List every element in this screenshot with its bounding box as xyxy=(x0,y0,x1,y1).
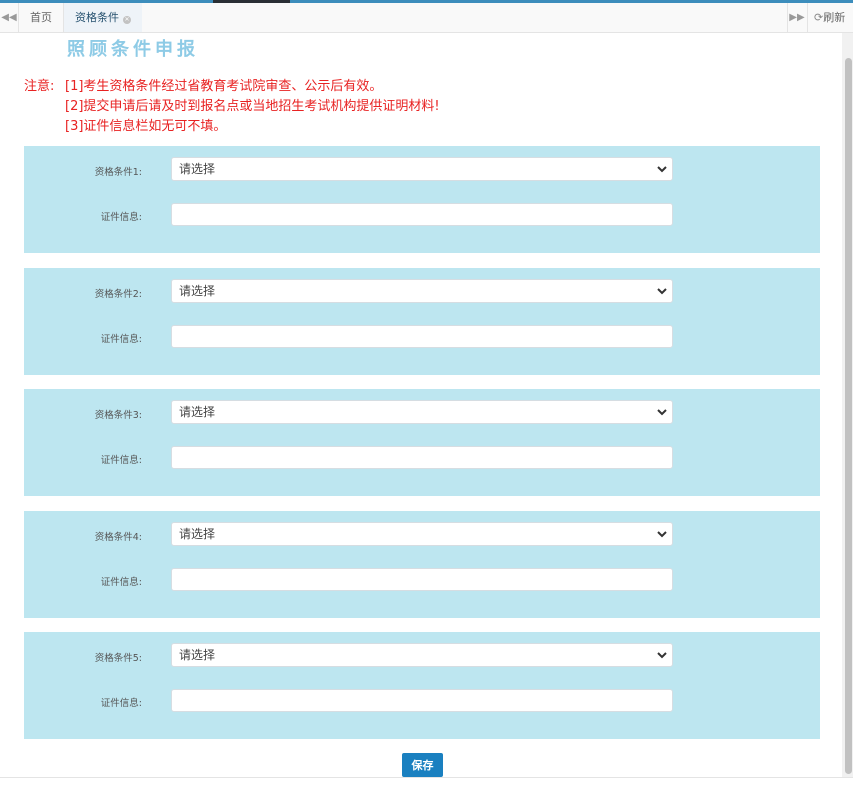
vertical-scrollbar[interactable] xyxy=(842,33,853,778)
notice-line-3: [3]证件信息栏如无可不填。 xyxy=(65,119,227,134)
tab-bar: ◀◀ 首页 资格条件 ✕ ▶▶ ⟳刷新 xyxy=(0,3,853,33)
condition-label: 资格条件4: xyxy=(94,532,142,543)
chevron-down-icon xyxy=(657,409,667,416)
tab-qualification[interactable]: 资格条件 ✕ xyxy=(64,3,142,32)
chevron-down-icon xyxy=(657,652,667,659)
condition-label: 资格条件1: xyxy=(94,167,142,178)
chevron-down-icon xyxy=(657,531,667,538)
footer xyxy=(0,777,853,788)
condition-select-value: 请选择 xyxy=(179,648,216,662)
certificate-input[interactable] xyxy=(171,325,673,348)
condition-panel-3: 资格条件3: 请选择 证件信息: xyxy=(24,389,820,496)
chevron-down-icon xyxy=(657,288,667,295)
certificate-label: 证件信息: xyxy=(100,212,142,223)
condition-select-value: 请选择 xyxy=(179,527,216,541)
certificate-label: 证件信息: xyxy=(100,577,142,588)
condition-select[interactable]: 请选择 xyxy=(171,279,673,303)
condition-select[interactable]: 请选择 xyxy=(171,643,673,667)
save-button[interactable]: 保存 xyxy=(402,753,443,777)
page-title: 照顾条件申报 xyxy=(67,39,199,60)
certificate-input[interactable] xyxy=(171,689,673,712)
certificate-label: 证件信息: xyxy=(100,334,142,345)
condition-select-value: 请选择 xyxy=(179,405,216,419)
certificate-input[interactable] xyxy=(171,568,673,591)
close-icon[interactable]: ✕ xyxy=(123,16,131,24)
certificate-label: 证件信息: xyxy=(100,455,142,466)
notice-head: 注意: xyxy=(24,79,55,94)
double-right-arrow-icon: ▶▶ xyxy=(789,12,805,23)
condition-label: 资格条件2: xyxy=(94,289,142,300)
condition-label: 资格条件5: xyxy=(94,653,142,664)
chevron-down-icon xyxy=(657,166,667,173)
tab-home[interactable]: 首页 xyxy=(19,3,64,32)
condition-select[interactable]: 请选择 xyxy=(171,522,673,546)
condition-panel-2: 资格条件2: 请选择 证件信息: xyxy=(24,268,820,375)
condition-select[interactable]: 请选择 xyxy=(171,157,673,181)
condition-panel-1: 资格条件1: 请选择 证件信息: xyxy=(24,146,820,253)
condition-panel-5: 资格条件5: 请选择 证件信息: xyxy=(24,632,820,739)
condition-select[interactable]: 请选择 xyxy=(171,400,673,424)
refresh-icon: ⟳ xyxy=(814,11,824,24)
condition-select-value: 请选择 xyxy=(179,284,216,298)
notice-line-1: [1]考生资格条件经过省教育考试院审查、公示后有效。 xyxy=(65,79,383,94)
tab-qualification-label: 资格条件 xyxy=(75,11,119,24)
double-left-arrow-icon: ◀◀ xyxy=(1,12,17,23)
condition-panel-4: 资格条件4: 请选择 证件信息: xyxy=(24,511,820,618)
refresh-button[interactable]: ⟳刷新 xyxy=(807,3,853,32)
condition-label: 资格条件3: xyxy=(94,410,142,421)
condition-select-value: 请选择 xyxy=(179,162,216,176)
certificate-label: 证件信息: xyxy=(100,698,142,709)
notice-line-2: [2]提交申请后请及时到报名点或当地招生考试机构提供证明材料! xyxy=(65,99,440,114)
tab-home-label: 首页 xyxy=(30,11,52,24)
certificate-input[interactable] xyxy=(171,446,673,469)
notice-block: 注意: [1]考生资格条件经过省教育考试院审查、公示后有效。 [2]提交申请后请… xyxy=(24,77,440,137)
refresh-label: 刷新 xyxy=(823,11,846,24)
scroll-tabs-left-button[interactable]: ◀◀ xyxy=(0,3,19,32)
certificate-input[interactable] xyxy=(171,203,673,226)
scrollbar-thumb[interactable] xyxy=(845,58,852,774)
scroll-tabs-right-button[interactable]: ▶▶ xyxy=(787,3,806,32)
